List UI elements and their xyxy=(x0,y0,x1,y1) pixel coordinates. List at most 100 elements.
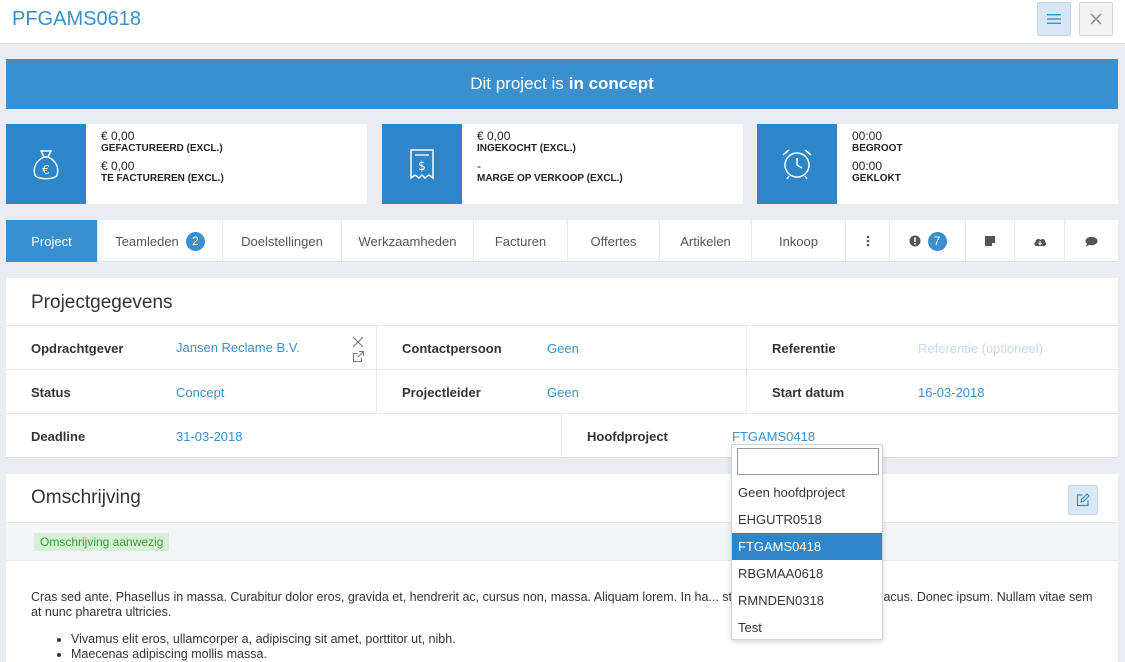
dropdown-option[interactable]: EHGUTR0518 xyxy=(732,506,882,533)
field-label: Hoofdproject xyxy=(587,429,668,444)
tab-project[interactable]: Project xyxy=(6,220,98,262)
dropdown-option[interactable]: RMNDEN0318 xyxy=(732,587,882,614)
field-row: Status Concept Projectleider Geen Start … xyxy=(6,369,1118,414)
description-paragraph: Cras sed ante. Phasellus in massa. Curab… xyxy=(31,590,1093,619)
tab-label: Teamleden xyxy=(115,233,179,249)
banner-prefix: Dit project is xyxy=(470,74,564,93)
note-icon xyxy=(985,236,995,246)
tab-facturen[interactable]: Facturen xyxy=(474,220,568,262)
close-icon xyxy=(1090,13,1102,25)
status-badge: Omschrijving aanwezig xyxy=(34,533,170,551)
stat-value: € 0,00 xyxy=(101,159,135,173)
stat-value: € 0,00 xyxy=(477,129,511,143)
section-title: Projectgegevens xyxy=(31,292,173,313)
top-bar: PFGAMS0618 xyxy=(0,0,1125,44)
field-label: Start datum xyxy=(772,385,845,400)
list-item: Maecenas adipiscing mollis massa. xyxy=(71,647,456,662)
list-item: Vivamus elit eros, ullamcorper a, adipis… xyxy=(71,632,456,647)
tab-alerts[interactable]: 7 xyxy=(890,220,966,262)
field-label: Projectleider xyxy=(402,385,481,400)
status-banner: Dit project is in concept xyxy=(6,59,1118,109)
section-title: Omschrijving xyxy=(31,487,141,508)
stat-label: INGEKOCHT (EXCL.) xyxy=(477,143,576,154)
divider xyxy=(561,414,562,458)
svg-text:$: $ xyxy=(418,159,426,173)
menu-button[interactable] xyxy=(1037,2,1071,36)
clear-icon[interactable] xyxy=(352,336,364,348)
page-title: PFGAMS0618 xyxy=(12,8,141,30)
svg-text:€: € xyxy=(42,163,50,177)
field-label: Contactpersoon xyxy=(402,341,502,356)
deadline-link[interactable]: 31-03-2018 xyxy=(176,429,243,444)
omschrijving-card: Omschrijving Omschrijving aanwezig Cras … xyxy=(6,474,1118,662)
dropdown-option[interactable]: RBGMAA0618 xyxy=(732,560,882,587)
divider xyxy=(376,326,377,370)
projectleider-link[interactable]: Geen xyxy=(547,385,579,400)
stat-value: € 0,00 xyxy=(101,129,135,143)
money-bag-icon: € xyxy=(33,150,59,180)
stat-label: GEKLOKT xyxy=(852,173,901,184)
stat-icon-box: $ xyxy=(382,124,462,204)
stat-card-inkoop: $ € 0,00 INGEKOCHT (EXCL.) - MARGE OP VE… xyxy=(382,124,743,204)
tab-bar: Project Teamleden 2 Doelstellingen Werkz… xyxy=(6,220,1118,262)
alert-circle-icon xyxy=(909,235,920,247)
stat-value: - xyxy=(477,159,481,173)
field-row: Opdrachtgever Jansen Reclame B.V. Contac… xyxy=(6,325,1118,370)
divider xyxy=(376,370,377,414)
field-label: Status xyxy=(31,385,71,400)
stat-value: 00:00 xyxy=(852,129,883,143)
alarm-clock-icon xyxy=(782,149,812,180)
edit-icon xyxy=(1076,493,1090,507)
opdrachtgever-link[interactable]: Jansen Reclame B.V. xyxy=(176,340,300,355)
tab-artikelen[interactable]: Artikelen xyxy=(660,220,752,262)
stat-label: BEGROOT xyxy=(852,143,903,154)
external-link-icon[interactable] xyxy=(352,350,365,363)
hamburger-icon xyxy=(1047,14,1061,24)
startdatum-link[interactable]: 16-03-2018 xyxy=(918,385,985,400)
status-link[interactable]: Concept xyxy=(176,385,224,400)
dropdown-option[interactable]: Geen hoofdproject xyxy=(732,479,882,506)
more-vertical-icon xyxy=(866,235,869,247)
comment-icon xyxy=(1085,236,1098,246)
tab-comments[interactable] xyxy=(1065,220,1118,262)
tab-werkzaamheden[interactable]: Werkzaamheden xyxy=(342,220,474,262)
dropdown-option-selected[interactable]: FTGAMS0418 xyxy=(732,533,882,560)
stat-value: 00:00 xyxy=(852,159,883,173)
field-label: Referentie xyxy=(772,341,836,356)
divider xyxy=(746,326,747,370)
tab-more[interactable] xyxy=(846,220,890,262)
dropdown-option[interactable]: Test xyxy=(732,614,882,641)
tab-cloud-download[interactable] xyxy=(1015,220,1065,262)
stat-label: TE FACTUREREN (EXCL.) xyxy=(101,173,224,184)
banner-status: in concept xyxy=(568,74,654,93)
tab-teamleden[interactable]: Teamleden 2 xyxy=(98,220,223,262)
count-badge: 7 xyxy=(927,231,947,251)
count-badge: 2 xyxy=(185,231,205,251)
dropdown-search-input[interactable] xyxy=(737,448,879,475)
field-label: Deadline xyxy=(31,429,86,444)
stat-label: MARGE OP VERKOOP (EXCL.) xyxy=(477,173,623,184)
stat-icon-box: € xyxy=(6,124,86,204)
divider xyxy=(746,370,747,414)
description-status-strip: Omschrijving aanwezig xyxy=(6,522,1118,561)
projectgegevens-card: Projectgegevens Opdrachtgever Jansen Rec… xyxy=(6,278,1118,458)
tab-doelstellingen[interactable]: Doelstellingen xyxy=(223,220,342,262)
description-list: Vivamus elit eros, ullamcorper a, adipis… xyxy=(71,632,456,662)
stat-icon-box xyxy=(757,124,837,204)
stat-card-facturen: € € 0,00 GEFACTUREERD (EXCL.) € 0,00 TE … xyxy=(6,124,367,204)
tab-inkoop[interactable]: Inkoop xyxy=(752,220,846,262)
stat-label: GEFACTUREERD (EXCL.) xyxy=(101,143,223,154)
field-row: Deadline 31-03-2018 Hoofdproject FTGAMS0… xyxy=(6,413,1118,458)
edit-button[interactable] xyxy=(1068,485,1098,515)
hoofdproject-select[interactable]: FTGAMS0418 xyxy=(732,429,815,444)
cloud-download-icon xyxy=(1033,238,1046,246)
tab-notes[interactable] xyxy=(966,220,1015,262)
tab-offertes[interactable]: Offertes xyxy=(568,220,660,262)
hoofdproject-dropdown: Geen hoofdproject EHGUTR0518 FTGAMS0418 … xyxy=(731,444,883,640)
receipt-icon: $ xyxy=(410,149,434,180)
close-button[interactable] xyxy=(1079,2,1113,36)
contactpersoon-link[interactable]: Geen xyxy=(547,341,579,356)
stat-card-uren: 00:00 BEGROOT 00:00 GEKLOKT xyxy=(757,124,1118,204)
referentie-input[interactable]: Referentie (optioneel) xyxy=(918,341,1043,356)
field-label: Opdrachtgever xyxy=(31,341,124,356)
